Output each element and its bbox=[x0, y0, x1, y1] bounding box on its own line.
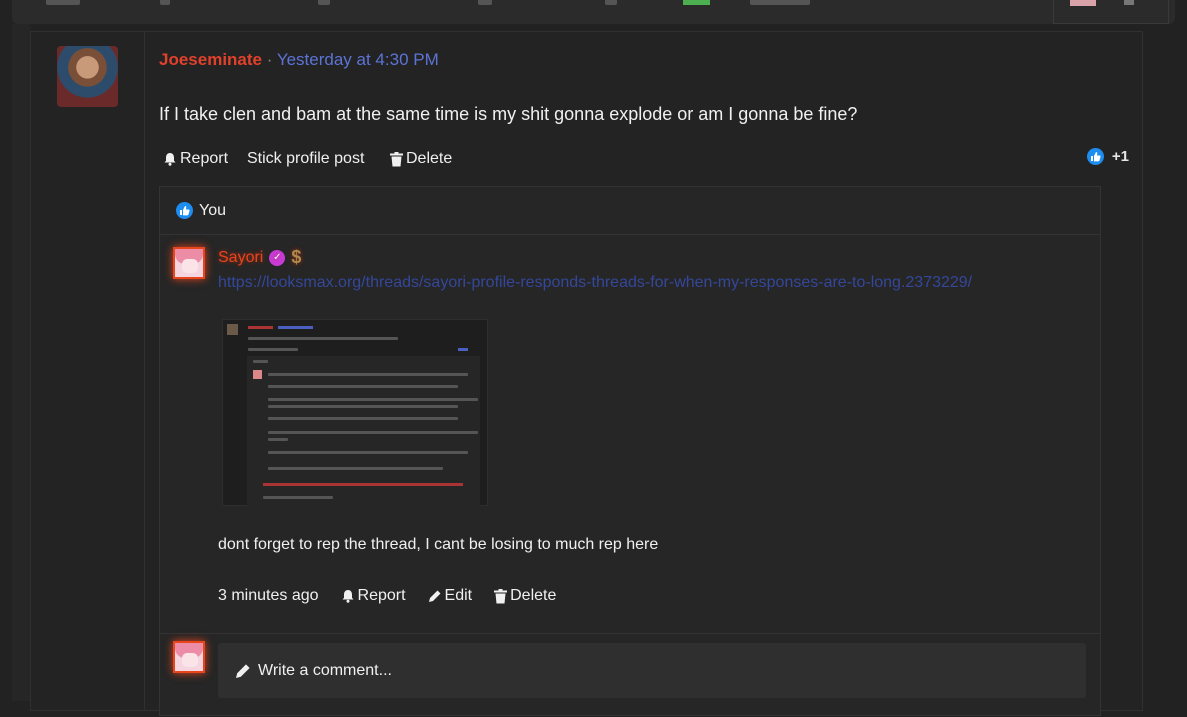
profile-post-card: Joeseminate · Yesterday at 4:30 PM If I … bbox=[30, 31, 1143, 716]
comment-edit-button[interactable]: Edit bbox=[428, 587, 473, 605]
comment-actions: 3 minutes ago Report Edit Delete bbox=[218, 587, 556, 605]
comment-author-name: Sayori bbox=[218, 248, 264, 266]
avatar-column bbox=[31, 32, 145, 710]
comment-delete-button[interactable]: Delete bbox=[494, 587, 556, 605]
post-message: If I take clen and bam at the same time … bbox=[159, 104, 858, 124]
pencil-icon bbox=[236, 663, 250, 678]
chevron-down-icon bbox=[1124, 0, 1134, 5]
stick-profile-post-button[interactable]: Stick profile post bbox=[247, 150, 364, 168]
avatar[interactable] bbox=[57, 46, 118, 107]
comment-text: dont forget to rep the thread, I cant be… bbox=[218, 536, 659, 553]
stick-profile-post-label: Stick profile post bbox=[247, 150, 365, 167]
likes-label: You bbox=[199, 201, 226, 219]
post-header: Joeseminate · Yesterday at 4:30 PM bbox=[159, 50, 439, 70]
thread-link[interactable]: https://looksmax.org/threads/sayori-prof… bbox=[218, 274, 972, 292]
top-navigation bbox=[12, 0, 1175, 24]
likes-row[interactable]: You bbox=[160, 187, 1100, 235]
embedded-screenshot[interactable] bbox=[222, 319, 488, 506]
comment-author[interactable]: Sayori ✓ $ bbox=[218, 247, 301, 268]
thumbs-up-icon bbox=[1086, 148, 1104, 165]
separator: · bbox=[266, 50, 273, 69]
verified-icon: ✓ bbox=[269, 249, 286, 266]
dollar-icon: $ bbox=[291, 247, 302, 267]
like-count: +1 bbox=[1111, 148, 1129, 165]
nav-item-fragment[interactable] bbox=[160, 0, 170, 5]
nav-item-fragment[interactable] bbox=[318, 0, 330, 5]
post-actions: Report Stick profile post Delete bbox=[159, 150, 1119, 174]
comment-time-label: 3 minutes ago bbox=[218, 587, 319, 604]
comment-edit-label: Edit bbox=[444, 587, 473, 604]
delete-label: Delete bbox=[406, 150, 453, 167]
comments-section: You Sayori ✓ $ https://looksmax.org/thre… bbox=[159, 186, 1101, 716]
trash-icon bbox=[390, 151, 403, 166]
like-summary[interactable]: +1 bbox=[1086, 148, 1129, 165]
account-menu[interactable] bbox=[1053, 0, 1169, 24]
write-comment-input[interactable]: Write a comment... bbox=[218, 643, 1086, 698]
comment-composer: Write a comment... bbox=[160, 634, 1100, 717]
report-button[interactable]: Report bbox=[163, 150, 228, 168]
bell-icon bbox=[342, 590, 354, 603]
logo-fragment bbox=[46, 0, 80, 5]
trash-icon bbox=[494, 588, 508, 603]
top-bar bbox=[0, 0, 1187, 24]
post-timestamp[interactable]: Yesterday at 4:30 PM bbox=[277, 50, 439, 69]
bell-icon bbox=[164, 153, 176, 166]
comment-avatar[interactable] bbox=[173, 247, 205, 279]
report-label: Report bbox=[180, 150, 229, 167]
comment-report-button[interactable]: Report bbox=[341, 587, 406, 605]
comment-time[interactable]: 3 minutes ago bbox=[218, 587, 319, 605]
comment-delete-label: Delete bbox=[510, 587, 557, 604]
account-avatar bbox=[1070, 0, 1096, 6]
green-indicator bbox=[683, 0, 710, 5]
left-rail bbox=[12, 24, 30, 701]
nav-item-fragment[interactable] bbox=[605, 0, 617, 5]
write-comment-placeholder: Write a comment... bbox=[258, 661, 392, 679]
nav-item-fragment[interactable] bbox=[750, 0, 810, 5]
delete-button[interactable]: Delete bbox=[390, 150, 452, 168]
thumbs-up-icon bbox=[176, 202, 193, 219]
comment: Sayori ✓ $ https://looksmax.org/threads/… bbox=[160, 235, 1100, 634]
composer-avatar bbox=[173, 641, 205, 673]
nav-item-fragment[interactable] bbox=[478, 0, 492, 5]
pencil-icon bbox=[428, 590, 441, 602]
comment-report-label: Report bbox=[357, 587, 406, 604]
post-author[interactable]: Joeseminate bbox=[159, 50, 262, 69]
